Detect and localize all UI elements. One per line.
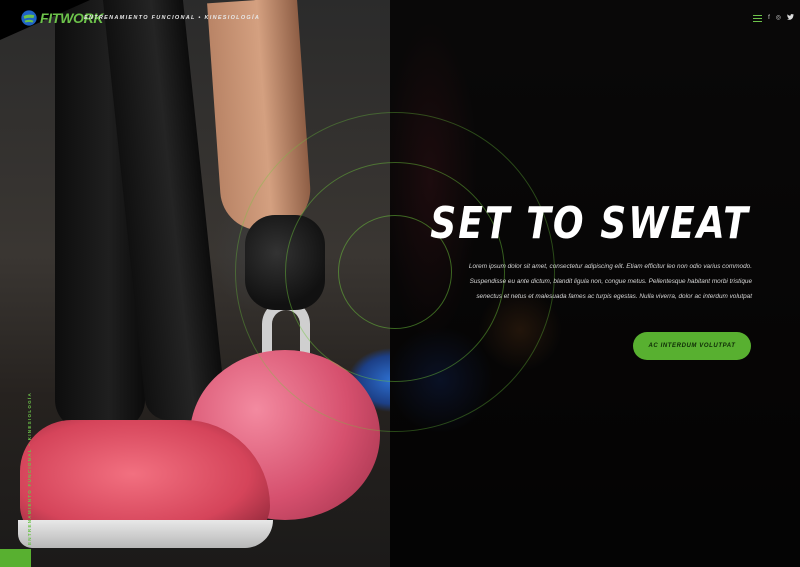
hero-page: FITWORK Entrenamiento Funcional • Kinesi… [0, 0, 800, 567]
hero-cta-button[interactable]: AC INTERDUM VOLUTPAT [633, 332, 751, 360]
header-nav: f ◎ [753, 14, 794, 23]
header-tagline: Entrenamiento Funcional • Kinesiología [84, 15, 261, 21]
facebook-icon[interactable]: f [768, 15, 770, 22]
logo-globe-icon [21, 10, 37, 26]
site-header: FITWORK Entrenamiento Funcional • Kinesi… [0, 0, 800, 40]
instagram-icon[interactable]: ◎ [776, 15, 781, 22]
side-vertical-tagline: Entrenamiento Funcional • Kinesiología [27, 391, 32, 545]
hamburger-menu-icon[interactable] [753, 15, 763, 22]
photo-shoe-sole [18, 520, 273, 548]
hero-title: SET TO SWEAT [430, 198, 750, 249]
twitter-icon[interactable] [787, 14, 794, 23]
corner-accent-block [0, 549, 31, 567]
hero-description: Lorem ipsum dolor sit amet, consectetur … [468, 263, 752, 300]
